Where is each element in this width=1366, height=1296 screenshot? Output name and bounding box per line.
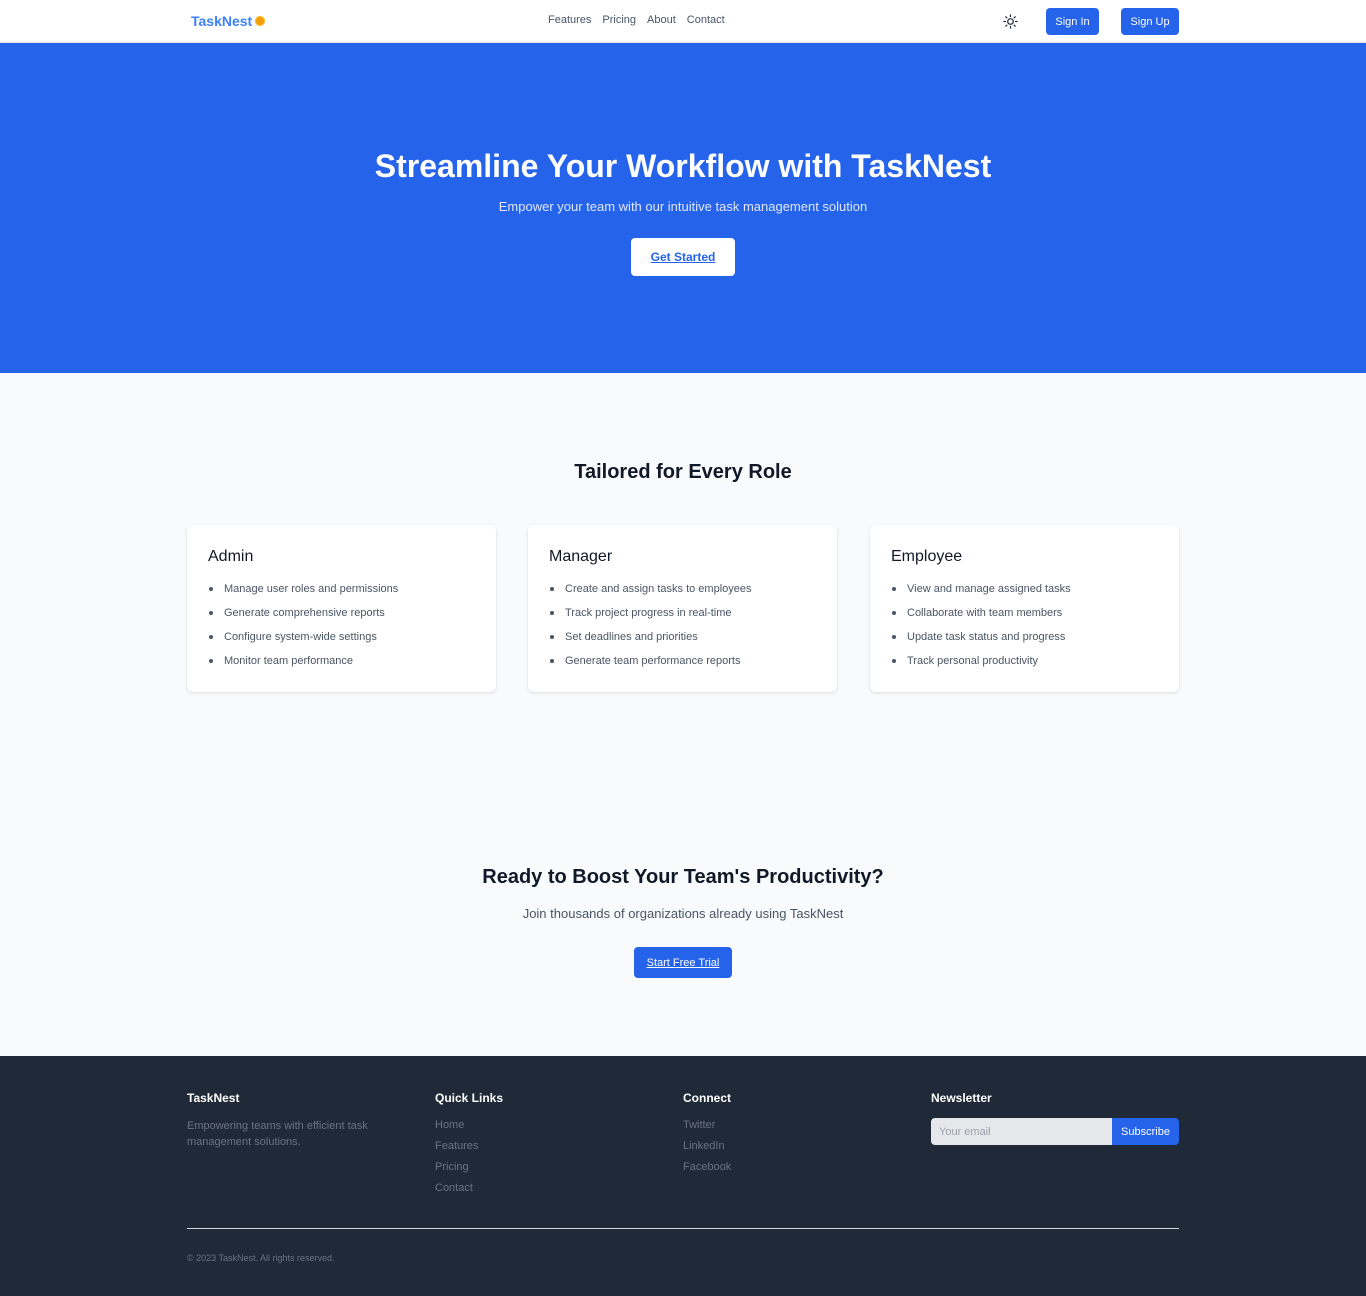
role-card-admin: Admin Manage user roles and permissions … — [187, 525, 496, 692]
nav-link-features[interactable]: Features — [548, 14, 591, 26]
cta-title: Ready to Boost Your Team's Productivity? — [482, 866, 884, 888]
role-card-title: Employee — [891, 548, 963, 565]
roles-title: Tailored for Every Role — [574, 461, 792, 483]
hero-title: Streamline Your Workflow with TaskNest — [374, 148, 992, 184]
footer-newsletter-title: Newsletter — [931, 1091, 992, 1105]
footer-link-contact[interactable]: Contact — [435, 1181, 503, 1202]
list-item: Set deadlines and priorities — [549, 630, 816, 654]
footer-connect-column: Connect Twitter LinkedIn Facebook — [683, 1091, 731, 1181]
footer-brand-text: Empowering teams with efficient task man… — [187, 1120, 368, 1148]
footer-link-home[interactable]: Home — [435, 1118, 503, 1139]
footer-divider — [187, 1228, 1179, 1229]
footer-link-features[interactable]: Features — [435, 1139, 503, 1160]
footer-link-twitter[interactable]: Twitter — [683, 1118, 731, 1139]
role-card-employee: Employee View and manage assigned tasks … — [870, 525, 1179, 692]
footer-link-pricing[interactable]: Pricing — [435, 1160, 503, 1181]
footer: TaskNest Empowering teams with efficient… — [0, 1056, 1366, 1296]
hero-subtitle: Empower your team with our intuitive tas… — [498, 199, 868, 214]
footer-link-linkedin[interactable]: LinkedIn — [683, 1139, 731, 1160]
footer-brand-title: TaskNest — [187, 1091, 240, 1105]
navbar: TaskNest Features Pricing About Contact … — [0, 0, 1366, 43]
subscribe-button[interactable]: Subscribe — [1112, 1118, 1179, 1145]
sun-icon[interactable] — [1003, 14, 1018, 29]
list-item: Track project progress in real-time — [549, 606, 816, 630]
role-feature-list: View and manage assigned tasks Collabora… — [891, 582, 1158, 678]
logo-text[interactable]: TaskNest — [191, 13, 252, 29]
cta-subtitle: Join thousands of organizations already … — [522, 906, 844, 921]
footer-quick-links-title: Quick Links — [435, 1091, 504, 1105]
list-item: Configure system-wide settings — [208, 630, 475, 654]
list-item: Generate comprehensive reports — [208, 606, 475, 630]
list-item: Collaborate with team members — [891, 606, 1158, 630]
nav-link-about[interactable]: About — [647, 14, 676, 26]
footer-newsletter-column: Newsletter Subscribe — [931, 1091, 1179, 1145]
role-feature-list: Create and assign tasks to employees Tra… — [549, 582, 816, 678]
nav-link-pricing[interactable]: Pricing — [602, 14, 636, 26]
role-card-manager: Manager Create and assign tasks to emplo… — [528, 525, 837, 692]
sign-up-button[interactable]: Sign Up — [1121, 8, 1179, 35]
list-item: Manage user roles and permissions — [208, 582, 475, 606]
list-item: Generate team performance reports — [549, 654, 816, 678]
footer-quick-links-column: Quick Links Home Features Pricing Contac… — [435, 1091, 503, 1202]
newsletter-form: Subscribe — [931, 1118, 1179, 1145]
get-started-button[interactable]: Get Started — [631, 238, 735, 276]
logo-dot-icon — [255, 16, 266, 26]
list-item: Create and assign tasks to employees — [549, 582, 816, 606]
logo[interactable]: TaskNest — [191, 13, 266, 29]
nav-links: Features Pricing About Contact — [548, 14, 725, 26]
hero-section: Streamline Your Workflow with TaskNest E… — [0, 43, 1366, 373]
list-item: Monitor team performance — [208, 654, 475, 678]
footer-connect-title: Connect — [683, 1091, 731, 1105]
role-card-title: Admin — [208, 548, 254, 565]
sign-in-button[interactable]: Sign In — [1046, 8, 1099, 35]
start-free-trial-button[interactable]: Start Free Trial — [634, 947, 732, 978]
list-item: Track personal productivity — [891, 654, 1158, 678]
footer-brand-column: TaskNest Empowering teams with efficient… — [187, 1091, 435, 1150]
copyright-text: © 2023 TaskNest. All rights reserved. — [187, 1253, 335, 1263]
role-card-title: Manager — [549, 548, 613, 565]
footer-link-facebook[interactable]: Facebook — [683, 1160, 731, 1181]
newsletter-email-input[interactable] — [931, 1118, 1112, 1145]
role-feature-list: Manage user roles and permissions Genera… — [208, 582, 475, 678]
nav-link-contact[interactable]: Contact — [687, 14, 725, 26]
list-item: Update task status and progress — [891, 630, 1158, 654]
list-item: View and manage assigned tasks — [891, 582, 1158, 606]
